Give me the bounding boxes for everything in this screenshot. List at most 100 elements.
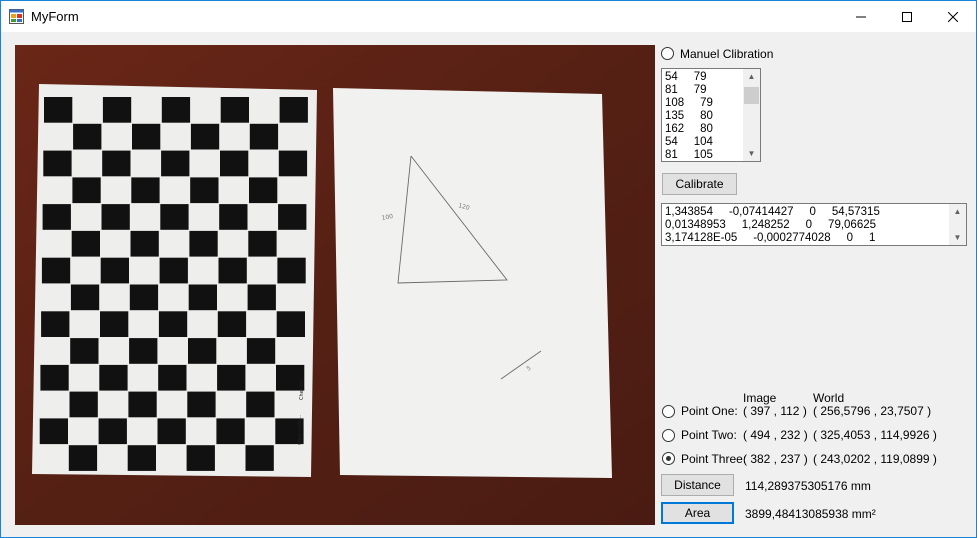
point-one-image: ( 397 , 112 ) bbox=[743, 404, 807, 418]
chessboard-label-text: Checker... bbox=[299, 375, 305, 400]
chessboard-square bbox=[218, 257, 247, 284]
list-item[interactable]: 81 79 bbox=[665, 84, 743, 97]
chessboard-square bbox=[100, 311, 129, 337]
area-button[interactable]: Area bbox=[661, 502, 734, 524]
manual-calibration-label: Manuel Clibration bbox=[680, 47, 774, 61]
chessboard-square bbox=[186, 445, 215, 471]
chessboard-square bbox=[44, 97, 73, 123]
point-three-label: Point Three: bbox=[681, 452, 747, 466]
chessboard-square bbox=[70, 338, 99, 364]
matrix-line: 3,174128E-05 -0,0002774028 0 1 bbox=[665, 232, 876, 244]
list-item[interactable]: 54 79 bbox=[665, 71, 743, 84]
chessboard-square bbox=[247, 284, 276, 311]
chessboard-square bbox=[276, 311, 305, 337]
point-one-radio[interactable] bbox=[662, 405, 675, 418]
point-three-world: ( 243,0202 , 119,0899 ) bbox=[813, 452, 937, 466]
title-bar[interactable]: MyForm bbox=[1, 1, 976, 32]
chessboard-square bbox=[70, 284, 100, 311]
chessboard-square bbox=[190, 177, 219, 204]
chessboard-square bbox=[41, 257, 71, 284]
point-two-world: ( 325,4053 , 114,9926 ) bbox=[813, 428, 937, 442]
chessboard-square bbox=[42, 204, 71, 230]
list-item[interactable]: 135 80 bbox=[665, 110, 743, 123]
chessboard-square bbox=[159, 257, 188, 284]
chessboard-square bbox=[98, 418, 127, 445]
chessboard-square bbox=[102, 97, 132, 123]
form-icon bbox=[9, 9, 24, 24]
matrix-scroll-down-icon[interactable]: ▼ bbox=[949, 230, 966, 245]
chessboard-square bbox=[130, 230, 159, 257]
world-header: World bbox=[813, 391, 845, 405]
chessboard-square bbox=[102, 150, 131, 177]
manual-calibration-radio[interactable] bbox=[661, 47, 674, 60]
matrix-scroll-up-icon[interactable]: ▲ bbox=[949, 204, 966, 219]
minimize-button[interactable] bbox=[838, 1, 884, 32]
chessboard-square bbox=[73, 123, 102, 150]
photo-picturebox[interactable]: www.calib... Checker... 100 120 5 bbox=[15, 45, 655, 525]
chessboard-square bbox=[101, 204, 130, 230]
chessboard-square bbox=[219, 204, 248, 230]
calibrate-button[interactable]: Calibrate bbox=[662, 173, 737, 195]
distance-button[interactable]: Distance bbox=[661, 474, 734, 496]
chessboard-square bbox=[245, 445, 274, 471]
listbox-scrollbar[interactable]: ▲ ▼ bbox=[743, 69, 760, 161]
calibrate-button-label: Calibrate bbox=[675, 177, 724, 191]
chessboard-square bbox=[187, 391, 216, 418]
chessboard-square bbox=[127, 445, 156, 471]
list-item[interactable]: 54 104 bbox=[665, 136, 743, 149]
point-three-radio[interactable] bbox=[662, 452, 675, 465]
chessboard-square bbox=[249, 123, 279, 150]
point-two-radio[interactable] bbox=[662, 429, 675, 442]
chessboard-square bbox=[188, 338, 217, 364]
point-one-label: Point One: bbox=[681, 404, 738, 418]
matrix-textbox[interactable]: 1,343854 -0,07414427 0 54,57315 0,0134895… bbox=[661, 203, 967, 246]
chessboard-square bbox=[99, 364, 128, 391]
chessboard-square bbox=[248, 230, 277, 257]
point-one-world: ( 256,5796 , 23,7507 ) bbox=[813, 404, 932, 418]
client-area: www.calib... Checker... 100 120 5 Manuel… bbox=[1, 32, 976, 537]
maximize-button[interactable] bbox=[884, 1, 930, 32]
chessboard-square bbox=[69, 391, 98, 418]
area-value: 3899,48413085938 mm² bbox=[745, 507, 876, 521]
paper-sheet: 100 120 5 bbox=[333, 88, 612, 478]
maximize-icon bbox=[902, 11, 912, 22]
list-item[interactable]: 162 80 bbox=[665, 123, 743, 136]
chessboard-square bbox=[277, 257, 306, 284]
scroll-up-icon[interactable]: ▲ bbox=[743, 69, 760, 84]
point-two-image: ( 494 , 232 ) bbox=[743, 428, 808, 442]
scroll-down-icon[interactable]: ▼ bbox=[743, 146, 760, 161]
chessboard-square bbox=[131, 177, 160, 204]
chessboard-square bbox=[157, 418, 186, 445]
area-button-label: Area bbox=[684, 506, 711, 520]
matrix-line: 1,343854 -0,07414427 0 54,57315 bbox=[665, 206, 880, 218]
close-button[interactable] bbox=[930, 1, 976, 32]
chessboard-square bbox=[128, 391, 157, 418]
chessboard-square bbox=[129, 338, 158, 364]
chessboard-square bbox=[189, 230, 218, 257]
chessboard-square bbox=[158, 364, 187, 391]
scroll-thumb[interactable] bbox=[744, 87, 759, 104]
close-icon bbox=[948, 11, 958, 22]
chessboard-square bbox=[220, 97, 249, 123]
list-item[interactable]: 108 79 bbox=[665, 97, 743, 110]
chessboard-square bbox=[100, 257, 129, 284]
chessboard-square bbox=[217, 364, 246, 391]
points-listbox[interactable]: 54 79 81 79 108 79 135 80 162 80 54 104 81 105… bbox=[661, 68, 761, 162]
distance-button-label: Distance bbox=[674, 478, 721, 492]
chessboard-square bbox=[216, 418, 245, 445]
chessboard-square bbox=[43, 150, 72, 177]
chessboard-square bbox=[249, 177, 278, 204]
main-window: MyForm www.calib... Checker... 100 120 5… bbox=[0, 0, 977, 538]
chessboard-square bbox=[158, 311, 188, 337]
list-item[interactable]: 81 105 bbox=[665, 149, 743, 162]
matrix-scrollbar[interactable]: ▲ ▼ bbox=[949, 204, 966, 245]
calibration-photo: www.calib... Checker... 100 120 5 bbox=[15, 45, 655, 525]
chessboard-square bbox=[217, 311, 247, 337]
chessboard-square bbox=[161, 150, 190, 177]
chessboard-square bbox=[160, 204, 189, 230]
chessboard-square bbox=[278, 150, 308, 177]
chessboard-square bbox=[161, 97, 191, 123]
window-title: MyForm bbox=[31, 9, 79, 24]
image-header: Image bbox=[743, 391, 777, 405]
minimize-icon bbox=[856, 16, 866, 17]
